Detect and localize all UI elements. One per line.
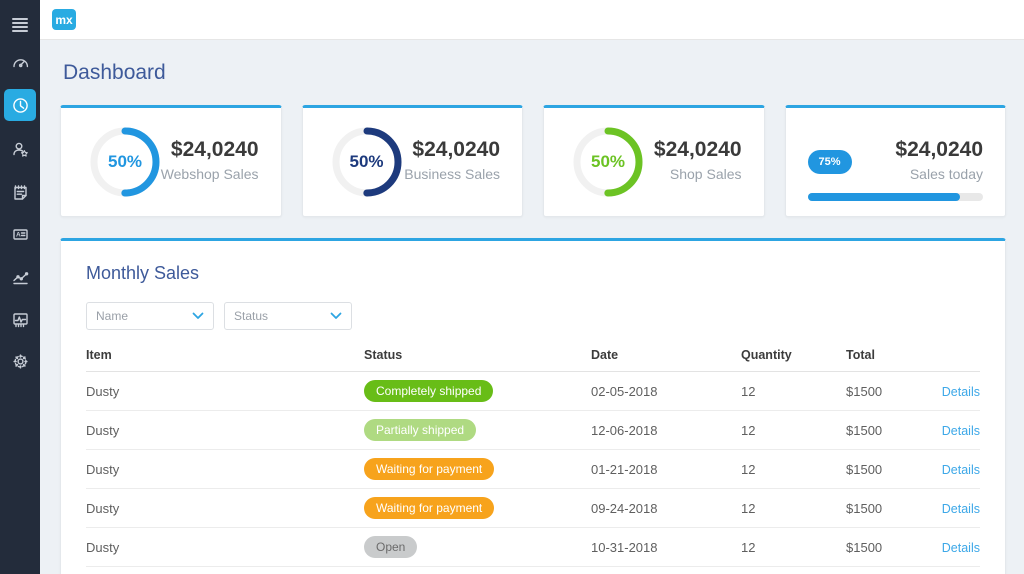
table-row[interactable]: Dusty Waiting for payment 09-24-2018 12 … (86, 489, 980, 528)
table-row[interactable]: Dusty Waiting for payment 01-21-2018 12 … (86, 450, 980, 489)
gear-icon (12, 353, 28, 369)
sidebar-item-customers[interactable] (4, 133, 36, 165)
dropdown-placeholder: Name (96, 309, 129, 323)
sidebar-item-trends[interactable] (4, 261, 36, 293)
hamburger-menu-button[interactable] (4, 8, 36, 40)
date-cell: 10-31-2018 (591, 539, 658, 555)
mx-logo[interactable]: mx (52, 9, 76, 30)
item-cell: Dusty (86, 383, 120, 399)
column-header-total: Total (846, 347, 875, 362)
sidebar-item-reports[interactable] (4, 303, 36, 335)
kpi-card-business-sales: 50% $24,0240 Business Sales (301, 105, 523, 217)
sidebar-item-orders[interactable] (4, 176, 36, 208)
item-cell: Dusty (86, 422, 120, 438)
date-cell: 09-24-2018 (591, 500, 658, 516)
kpi-label: Sales today (909, 166, 983, 182)
table-row[interactable]: Dusty Completely shipped 02-05-2018 12 $… (86, 372, 980, 411)
quantity-cell: 12 (741, 500, 756, 516)
date-cell: 01-21-2018 (591, 461, 658, 477)
total-cell: $1500 (846, 422, 883, 438)
details-link[interactable]: Details (942, 463, 980, 477)
date-cell: 02-05-2018 (591, 383, 658, 399)
hamburger-icon (12, 18, 28, 32)
progress-bar-fill (807, 193, 961, 201)
quantity-cell: 12 (741, 461, 756, 477)
notepad-icon (13, 184, 27, 200)
donut-chart: 50% (570, 124, 646, 200)
total-cell: $1500 (846, 539, 883, 555)
kpi-card-shop-sales: 50% $24,0240 Shop Sales (543, 105, 765, 217)
date-cell: 12-06-2018 (591, 422, 658, 438)
details-link[interactable]: Details (942, 424, 980, 438)
donut-percent-label: 50% (349, 152, 384, 171)
chevron-down-icon (192, 312, 204, 319)
clock-icon (12, 97, 28, 113)
item-cell: Dusty (86, 539, 120, 555)
kpi-card-sales-today: 75% $24,0240 Sales today (784, 105, 1006, 217)
quantity-cell: 12 (741, 539, 756, 555)
dropdown-placeholder: Status (234, 309, 269, 323)
column-header-date: Date (591, 347, 619, 362)
sidebar-item-settings[interactable] (4, 345, 36, 377)
column-header-quantity: Quantity (741, 347, 792, 362)
kpi-value: $24,0240 (170, 138, 259, 161)
table-header: Item Status Date Quantity Total (86, 338, 980, 372)
status-badge: Waiting for payment (364, 497, 495, 519)
progress-bar (807, 193, 983, 201)
details-link[interactable]: Details (942, 541, 980, 555)
sidebar-item-clock[interactable] (4, 89, 36, 121)
status-badge: Open (364, 536, 418, 558)
total-cell: $1500 (846, 383, 883, 399)
chevron-down-icon (330, 312, 342, 319)
status-badge: Completely shipped (364, 380, 494, 402)
kpi-value: $24,0240 (653, 138, 742, 161)
gauge-icon (12, 58, 28, 67)
quantity-cell: 12 (741, 422, 756, 438)
donut-percent-label: 50% (590, 152, 626, 171)
svg-text:A: A (16, 231, 21, 238)
kpi-label: Shop Sales (669, 166, 742, 182)
kpi-label: Business Sales (404, 166, 500, 182)
kpi-card-webshop-sales: 50% $24,0240 Webshop Sales (60, 105, 282, 217)
total-cell: $1500 (846, 461, 883, 477)
filter-row: Name Status (86, 302, 980, 330)
percent-badge: 75% (807, 150, 852, 174)
table-row[interactable]: Dusty Partially shipped 12-06-2018 12 $1… (86, 411, 980, 450)
status-badge: Waiting for payment (364, 458, 495, 480)
panel-title: Monthly Sales (86, 263, 200, 283)
kpi-value: $24,0240 (412, 138, 500, 161)
users-star-icon (12, 142, 28, 157)
main-content: Dashboard 50% $24,0240 Webshop Sales 50%… (40, 40, 1024, 574)
kpi-value: $24,0240 (895, 138, 983, 161)
details-link[interactable]: Details (942, 385, 980, 399)
kpi-card-row: 50% $24,0240 Webshop Sales 50% $24,0240 … (60, 105, 1006, 217)
donut-chart: 50% (329, 124, 405, 200)
sidebar-item-gauge[interactable] (4, 46, 36, 78)
status-badge: Partially shipped (364, 419, 477, 441)
monthly-sales-panel: Monthly Sales Name Status Item Status Da… (60, 238, 1006, 574)
line-chart-icon (12, 271, 28, 284)
donut-chart: 50% (87, 124, 163, 200)
total-cell: $1500 (846, 500, 883, 516)
quantity-cell: 12 (741, 383, 756, 399)
item-cell: Dusty (86, 500, 120, 516)
details-link[interactable]: Details (942, 502, 980, 516)
table-body: Dusty Completely shipped 02-05-2018 12 $… (86, 372, 980, 567)
status-filter-dropdown[interactable]: Status (224, 302, 352, 330)
page-title: Dashboard (63, 61, 166, 84)
table-row[interactable]: Dusty Open 10-31-2018 12 $1500 Details (86, 528, 980, 567)
sidebar: A (0, 0, 40, 574)
item-cell: Dusty (86, 461, 120, 477)
column-header-status: Status (364, 347, 403, 362)
kpi-label: Webshop Sales (160, 166, 259, 182)
topbar: mx (40, 0, 1024, 40)
donut-percent-label: 50% (107, 152, 143, 171)
name-filter-dropdown[interactable]: Name (86, 302, 214, 330)
monitor-chart-icon (12, 312, 28, 327)
billboard-icon: A (12, 228, 28, 240)
sidebar-item-branding[interactable]: A (4, 218, 36, 250)
column-header-item: Item (86, 347, 112, 362)
